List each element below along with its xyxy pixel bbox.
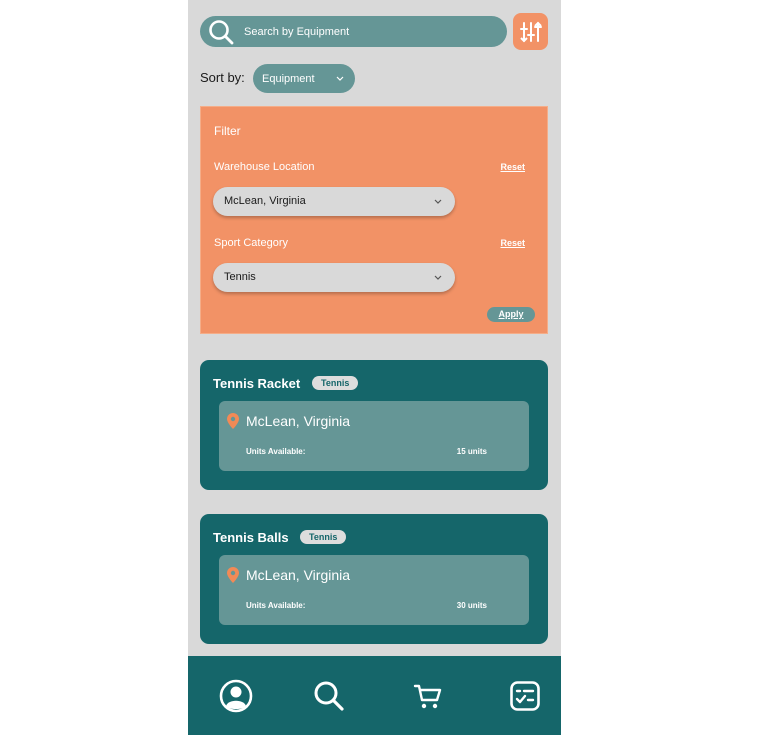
filter-panel: Filter Warehouse Location Reset McLean, …: [200, 106, 548, 334]
equipment-details: McLean, Virginia Units Available: 30 uni…: [219, 555, 529, 625]
location-pin-icon: [227, 567, 239, 583]
equipment-details: McLean, Virginia Units Available: 15 uni…: [219, 401, 529, 471]
sport-reset-link[interactable]: Reset: [500, 238, 525, 248]
equipment-name: Tennis Racket: [213, 376, 301, 391]
location-text: McLean, Virginia: [246, 567, 351, 583]
nav-checklist[interactable]: [507, 678, 543, 714]
location-text: McLean, Virginia: [246, 413, 351, 429]
equipment-card[interactable]: Tennis Balls Tennis McLean, Virginia Uni…: [200, 514, 548, 644]
warehouse-location-select[interactable]: McLean, Virginia: [213, 187, 455, 216]
apply-button[interactable]: Apply: [487, 307, 535, 322]
equipment-name: Tennis Balls: [213, 530, 289, 545]
chevron-down-icon: [336, 76, 344, 81]
sport-category-value: Tennis: [224, 271, 256, 283]
units-label: Units Available:: [246, 447, 306, 456]
category-tag: Tennis: [300, 530, 347, 544]
app-screen: Sort by: Equipment Filter Warehouse Loca…: [188, 0, 561, 735]
warehouse-reset-link[interactable]: Reset: [500, 162, 525, 172]
cart-icon: [413, 684, 442, 709]
chevron-down-icon: [434, 199, 442, 204]
sport-category-select[interactable]: Tennis: [213, 263, 455, 292]
units-value: 15 units: [456, 447, 487, 456]
category-tag: Tennis: [312, 376, 359, 390]
warehouse-location-value: McLean, Virginia: [224, 195, 306, 207]
units-label: Units Available:: [246, 601, 306, 610]
search-icon: [314, 681, 344, 711]
units-value: 30 units: [456, 601, 487, 610]
user-icon: [219, 679, 253, 713]
nav-profile[interactable]: [218, 678, 254, 714]
equipment-card[interactable]: Tennis Racket Tennis McLean, Virginia Un…: [200, 360, 548, 490]
search-input[interactable]: [242, 24, 486, 39]
nav-search[interactable]: [311, 678, 347, 714]
sport-category-label: Sport Category: [214, 237, 288, 249]
sort-label: Sort by:: [200, 70, 245, 85]
sliders-icon: [519, 21, 542, 42]
chevron-down-icon: [434, 275, 442, 280]
location-pin-icon: [227, 413, 239, 429]
filter-title: Filter: [214, 124, 241, 138]
search-icon: [209, 19, 234, 44]
filter-toggle-button[interactable]: [513, 13, 548, 50]
warehouse-location-label: Warehouse Location: [214, 161, 315, 173]
sort-select[interactable]: Equipment: [253, 64, 355, 93]
checklist-icon: [510, 681, 540, 711]
sort-value: Equipment: [262, 72, 315, 85]
bottom-nav: [188, 656, 561, 735]
search-bar[interactable]: [200, 16, 507, 47]
nav-cart[interactable]: [410, 678, 446, 714]
